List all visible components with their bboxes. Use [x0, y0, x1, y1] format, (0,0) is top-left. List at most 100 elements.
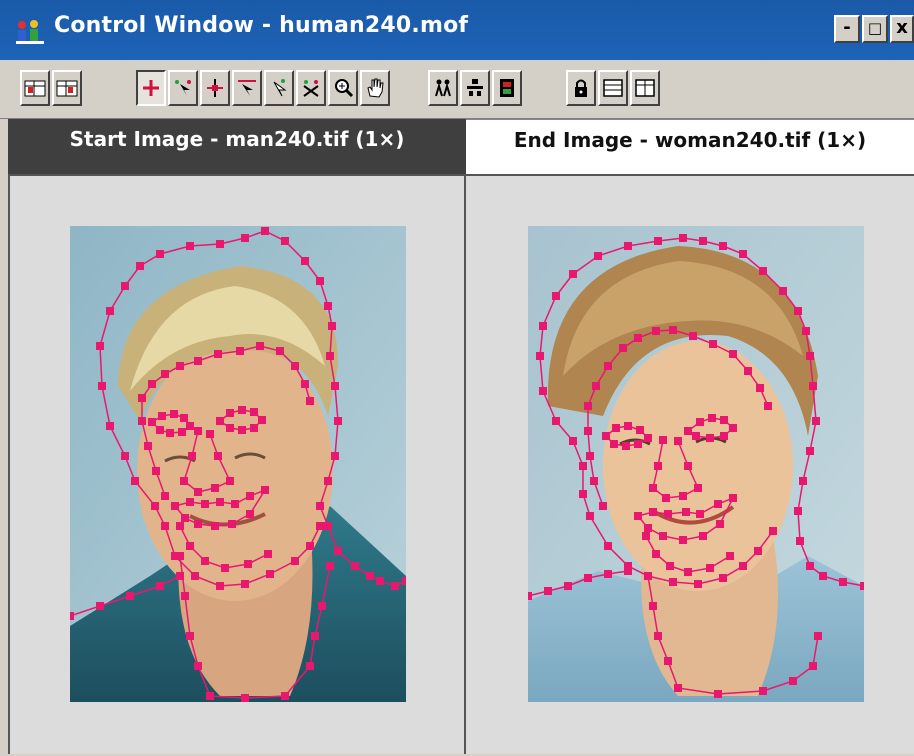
- layout-split-button[interactable]: [630, 70, 660, 106]
- end-image-tab[interactable]: End Image - woman240.tif (1×): [466, 119, 914, 174]
- control-point[interactable]: [764, 402, 772, 410]
- control-point[interactable]: [706, 564, 714, 572]
- control-point[interactable]: [622, 442, 630, 450]
- control-point[interactable]: [186, 498, 194, 506]
- select-line-button[interactable]: [264, 70, 294, 106]
- control-point[interactable]: [334, 417, 342, 425]
- control-point[interactable]: [796, 537, 804, 545]
- control-point[interactable]: [228, 520, 236, 528]
- control-point[interactable]: [679, 492, 687, 500]
- control-point[interactable]: [306, 397, 314, 405]
- control-point[interactable]: [244, 560, 252, 568]
- control-point[interactable]: [186, 632, 194, 640]
- control-point[interactable]: [839, 578, 847, 586]
- control-point[interactable]: [70, 612, 74, 620]
- control-point[interactable]: [181, 514, 189, 522]
- control-point[interactable]: [636, 426, 644, 434]
- control-point[interactable]: [176, 552, 184, 560]
- control-point[interactable]: [716, 520, 724, 528]
- minimize-button[interactable]: -: [834, 15, 860, 43]
- control-point[interactable]: [166, 429, 174, 437]
- control-point[interactable]: [590, 477, 598, 485]
- control-point[interactable]: [666, 562, 674, 570]
- control-point[interactable]: [794, 507, 802, 515]
- control-point[interactable]: [694, 484, 702, 492]
- control-point[interactable]: [659, 436, 667, 444]
- control-point[interactable]: [699, 237, 707, 245]
- control-point[interactable]: [194, 488, 202, 496]
- control-point[interactable]: [644, 572, 652, 580]
- control-point[interactable]: [226, 424, 234, 432]
- control-point[interactable]: [366, 572, 374, 580]
- control-point[interactable]: [206, 430, 214, 438]
- control-point[interactable]: [699, 532, 707, 540]
- select-point-button[interactable]: [168, 70, 198, 106]
- control-point[interactable]: [226, 477, 234, 485]
- control-point[interactable]: [241, 234, 249, 242]
- control-point[interactable]: [241, 580, 249, 588]
- control-point[interactable]: [194, 357, 202, 365]
- control-point[interactable]: [318, 602, 326, 610]
- control-point[interactable]: [216, 240, 224, 248]
- control-point[interactable]: [188, 452, 196, 460]
- control-point[interactable]: [759, 267, 767, 275]
- control-point[interactable]: [579, 462, 587, 470]
- control-point[interactable]: [662, 494, 670, 502]
- control-point[interactable]: [311, 632, 319, 640]
- control-point[interactable]: [180, 477, 188, 485]
- control-point[interactable]: [216, 498, 224, 506]
- control-point[interactable]: [696, 510, 704, 518]
- control-point[interactable]: [306, 542, 314, 550]
- control-point[interactable]: [539, 322, 547, 330]
- control-point[interactable]: [211, 522, 219, 530]
- control-point[interactable]: [729, 350, 737, 358]
- control-point[interactable]: [301, 380, 309, 388]
- control-point[interactable]: [694, 580, 702, 588]
- control-point[interactable]: [604, 542, 612, 550]
- control-point[interactable]: [176, 572, 184, 580]
- control-point[interactable]: [316, 277, 324, 285]
- control-point[interactable]: [806, 352, 814, 360]
- control-point[interactable]: [261, 486, 269, 494]
- control-point[interactable]: [152, 467, 160, 475]
- control-point[interactable]: [539, 387, 547, 395]
- control-point[interactable]: [684, 427, 692, 435]
- morph-people-button[interactable]: [428, 70, 458, 106]
- control-point[interactable]: [634, 440, 642, 448]
- control-point[interactable]: [649, 484, 657, 492]
- control-point[interactable]: [324, 477, 332, 485]
- control-point[interactable]: [682, 508, 690, 516]
- control-point[interactable]: [281, 692, 289, 700]
- control-point[interactable]: [634, 334, 642, 342]
- start-image-canvas[interactable]: [70, 226, 406, 702]
- control-point[interactable]: [644, 434, 652, 442]
- control-point[interactable]: [291, 557, 299, 565]
- control-point[interactable]: [186, 542, 194, 550]
- control-point[interactable]: [238, 426, 246, 434]
- control-point[interactable]: [301, 257, 309, 265]
- align-button[interactable]: [460, 70, 490, 106]
- control-point[interactable]: [552, 417, 560, 425]
- control-point[interactable]: [599, 502, 607, 510]
- view-start-button[interactable]: [20, 70, 50, 106]
- control-point[interactable]: [246, 510, 254, 518]
- control-point[interactable]: [161, 522, 169, 530]
- film-strip-button[interactable]: [492, 70, 522, 106]
- layout-single-button[interactable]: [598, 70, 628, 106]
- control-point[interactable]: [331, 452, 339, 460]
- control-point[interactable]: [569, 437, 577, 445]
- control-point[interactable]: [579, 490, 587, 498]
- control-point[interactable]: [231, 500, 239, 508]
- control-point[interactable]: [552, 292, 560, 300]
- control-point[interactable]: [696, 418, 704, 426]
- start-image-tab[interactable]: Start Image - man240.tif (1×): [8, 119, 466, 174]
- move-point-button[interactable]: [200, 70, 230, 106]
- control-point[interactable]: [679, 234, 687, 242]
- control-point[interactable]: [178, 428, 186, 436]
- control-point[interactable]: [860, 582, 864, 590]
- control-point[interactable]: [809, 662, 817, 670]
- control-point[interactable]: [604, 570, 612, 578]
- control-point[interactable]: [194, 520, 202, 528]
- control-point[interactable]: [714, 690, 722, 698]
- control-point[interactable]: [674, 684, 682, 692]
